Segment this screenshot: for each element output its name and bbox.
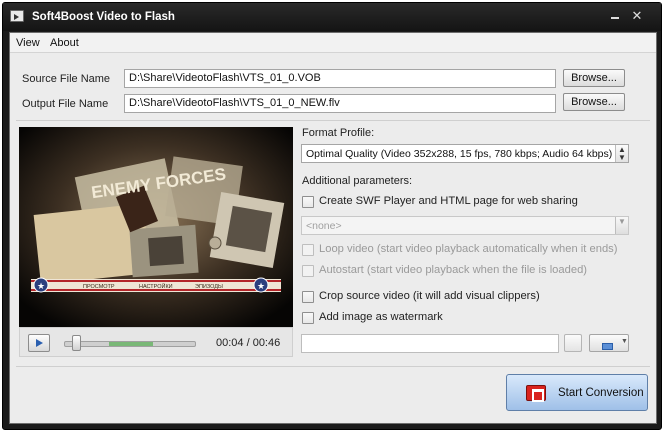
convert-icon: [526, 385, 546, 402]
autostart-label: Autostart (start video playback when the…: [319, 264, 588, 276]
autostart-checkbox[interactable]: [302, 265, 314, 277]
menu-bar: View About: [10, 33, 656, 53]
menu-about[interactable]: About: [50, 37, 79, 49]
position-icon: [602, 343, 613, 350]
divider: [16, 366, 650, 367]
close-icon[interactable]: ✕: [628, 8, 646, 24]
dvd-menu-item-view: ПРОСМОТР: [83, 284, 115, 290]
video-preview: ENEMY FORCES ★ ★ ПРОСМОТР НАСТРОЙКИ ЭПИЗ…: [19, 127, 293, 327]
browse-source-button[interactable]: Browse...: [563, 69, 625, 87]
watermark-label: Add image as watermark: [319, 311, 443, 323]
format-profile-select[interactable]: Optimal Quality (Video 352x288, 15 fps, …: [301, 144, 629, 163]
selection-range: [109, 342, 154, 346]
dvd-menu-item-episodes: ЭПИЗОДЫ: [195, 284, 223, 290]
seek-bar[interactable]: [64, 341, 196, 347]
watermark-checkbox[interactable]: [302, 312, 314, 324]
additional-parameters-label: Additional parameters:: [302, 175, 413, 187]
watermark-position-dropdown[interactable]: ▼: [589, 334, 629, 352]
app-window: Soft4Boost Video to Flash ✕ View About S…: [2, 2, 662, 430]
seek-slider-thumb[interactable]: [71, 335, 81, 351]
browse-output-button[interactable]: Browse...: [563, 93, 625, 111]
title-bar[interactable]: Soft4Boost Video to Flash ✕: [3, 3, 661, 31]
dvd-menu-item-settings: НАСТРОЙКИ: [139, 282, 173, 290]
output-file-input[interactable]: D:\Share\VideotoFlash\VTS_01_0_NEW.flv: [124, 94, 556, 113]
play-icon[interactable]: [28, 334, 50, 352]
watermark-browse-button[interactable]: [564, 334, 582, 352]
player-skin-select[interactable]: <none> ▼: [301, 216, 629, 235]
source-file-label: Source File Name: [22, 73, 111, 85]
loop-video-checkbox[interactable]: [302, 244, 314, 256]
start-conversion-label: Start Conversion: [558, 387, 644, 399]
app-icon: [10, 10, 24, 22]
format-profile-value: Optimal Quality (Video 352x288, 15 fps, …: [306, 148, 613, 160]
window-title: Soft4Boost Video to Flash: [32, 11, 175, 23]
minimize-button[interactable]: [606, 8, 624, 24]
player-skin-value: <none>: [306, 220, 342, 232]
watermark-path-input[interactable]: [301, 334, 559, 353]
loop-video-label: Loop video (start video playback automat…: [319, 243, 618, 255]
video-frame: ENEMY FORCES ★ ★ ПРОСМОТР НАСТРОЙКИ ЭПИЗ…: [19, 127, 293, 327]
time-display: 00:04 / 00:46: [216, 337, 281, 349]
output-file-label: Output File Name: [22, 98, 109, 110]
swf-player-checkbox[interactable]: [302, 196, 314, 208]
main-panel: View About Source File Name D:\Share\Vid…: [9, 32, 657, 424]
spin-arrows-icon[interactable]: ▲ ▼: [615, 145, 628, 162]
crop-checkbox[interactable]: [302, 291, 314, 303]
playback-controls: 00:04 / 00:46: [19, 327, 293, 357]
dropdown-arrow-icon[interactable]: ▼: [615, 217, 628, 234]
swf-player-label: Create SWF Player and HTML page for web …: [319, 195, 578, 207]
svg-text:★: ★: [257, 282, 265, 292]
svg-text:★: ★: [37, 282, 45, 292]
divider: [16, 120, 650, 121]
dvd-menu-bar: ★ ★ ПРОСМОТР НАСТРОЙКИ ЭПИЗОДЫ: [31, 277, 281, 293]
start-conversion-button[interactable]: Start Conversion: [506, 374, 648, 411]
format-profile-label: Format Profile:: [302, 127, 375, 139]
dropdown-arrow-icon: ▼: [621, 338, 628, 345]
crop-label: Crop source video (it will add visual cl…: [319, 290, 540, 302]
source-file-input[interactable]: D:\Share\VideotoFlash\VTS_01_0.VOB: [124, 69, 556, 88]
menu-view[interactable]: View: [16, 37, 40, 49]
